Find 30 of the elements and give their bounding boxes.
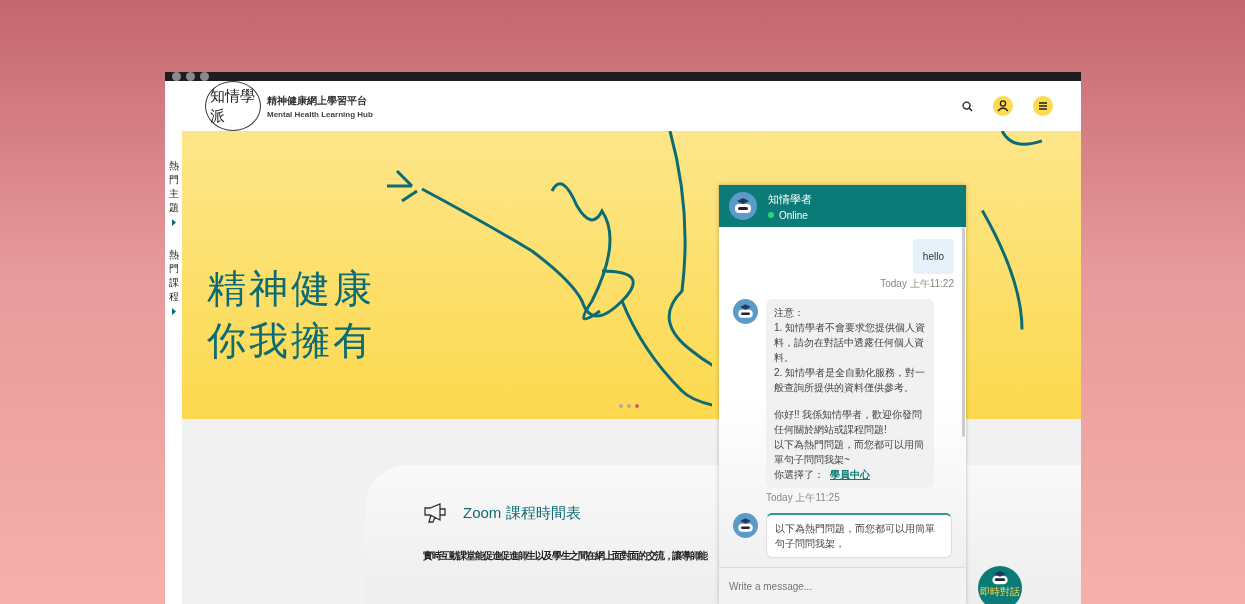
option-link[interactable]: 學員中心 — [830, 469, 870, 480]
message-input[interactable]: Write a message... — [719, 567, 966, 604]
caret-icon — [171, 219, 176, 226]
robot-avatar-icon — [733, 513, 758, 538]
message-time: Today 上午11:25 — [766, 491, 841, 505]
robot-avatar-icon — [733, 299, 758, 324]
search-icon[interactable] — [962, 100, 973, 112]
side-tab[interactable]: 熱門課程 — [168, 248, 179, 304]
side-tab[interactable]: 熱門主題 — [168, 159, 179, 215]
message-time: Today 上午11:22 — [880, 277, 954, 291]
user-icon[interactable] — [993, 96, 1013, 116]
hero-heading: 精神健康 — [207, 266, 375, 312]
user-message: hello — [912, 239, 954, 274]
carousel-dot[interactable] — [619, 404, 623, 408]
chat-bot-name: 知情學者 — [768, 191, 812, 207]
logo-title: 精神健康網上學習平台 — [267, 93, 368, 108]
section-text: 實時互動課堂能促進促進師生以及學生之間在網上面對面的交流，讓導師能 — [423, 549, 707, 563]
message-text: 注意： 1. 知情學者不會要求您提供個人資料，請勿在對話中透露任何個人資料。 2. 知情學者是全自動化服務，對一般查詢所提供的資料僅供參考。 — [774, 306, 926, 395]
caret-icon — [171, 308, 176, 315]
logo-subtitle: Mental Health Learning Hub — [267, 109, 373, 119]
carousel-dot[interactable] — [635, 404, 639, 408]
robot-avatar-icon — [729, 192, 757, 220]
carousel-dot[interactable] — [627, 404, 631, 408]
menu-icon[interactable] — [1033, 96, 1053, 116]
hero-heading: 你我擁有 — [207, 318, 375, 364]
megaphone-icon — [423, 503, 449, 523]
section-title: Zoom 課程時間表 — [463, 503, 581, 523]
message-text: 以下為熱門問題，而您都可以用簡單句子問問我架， — [775, 522, 936, 551]
message-text: 你好!! 我係知情學者，歡迎你發問任何關於網站或課程問題! 以下為熱門問題，而您都可以用簡單句子問問我架~ 你選擇了： 學員中心 — [774, 408, 925, 482]
status-text: Online — [779, 209, 808, 221]
